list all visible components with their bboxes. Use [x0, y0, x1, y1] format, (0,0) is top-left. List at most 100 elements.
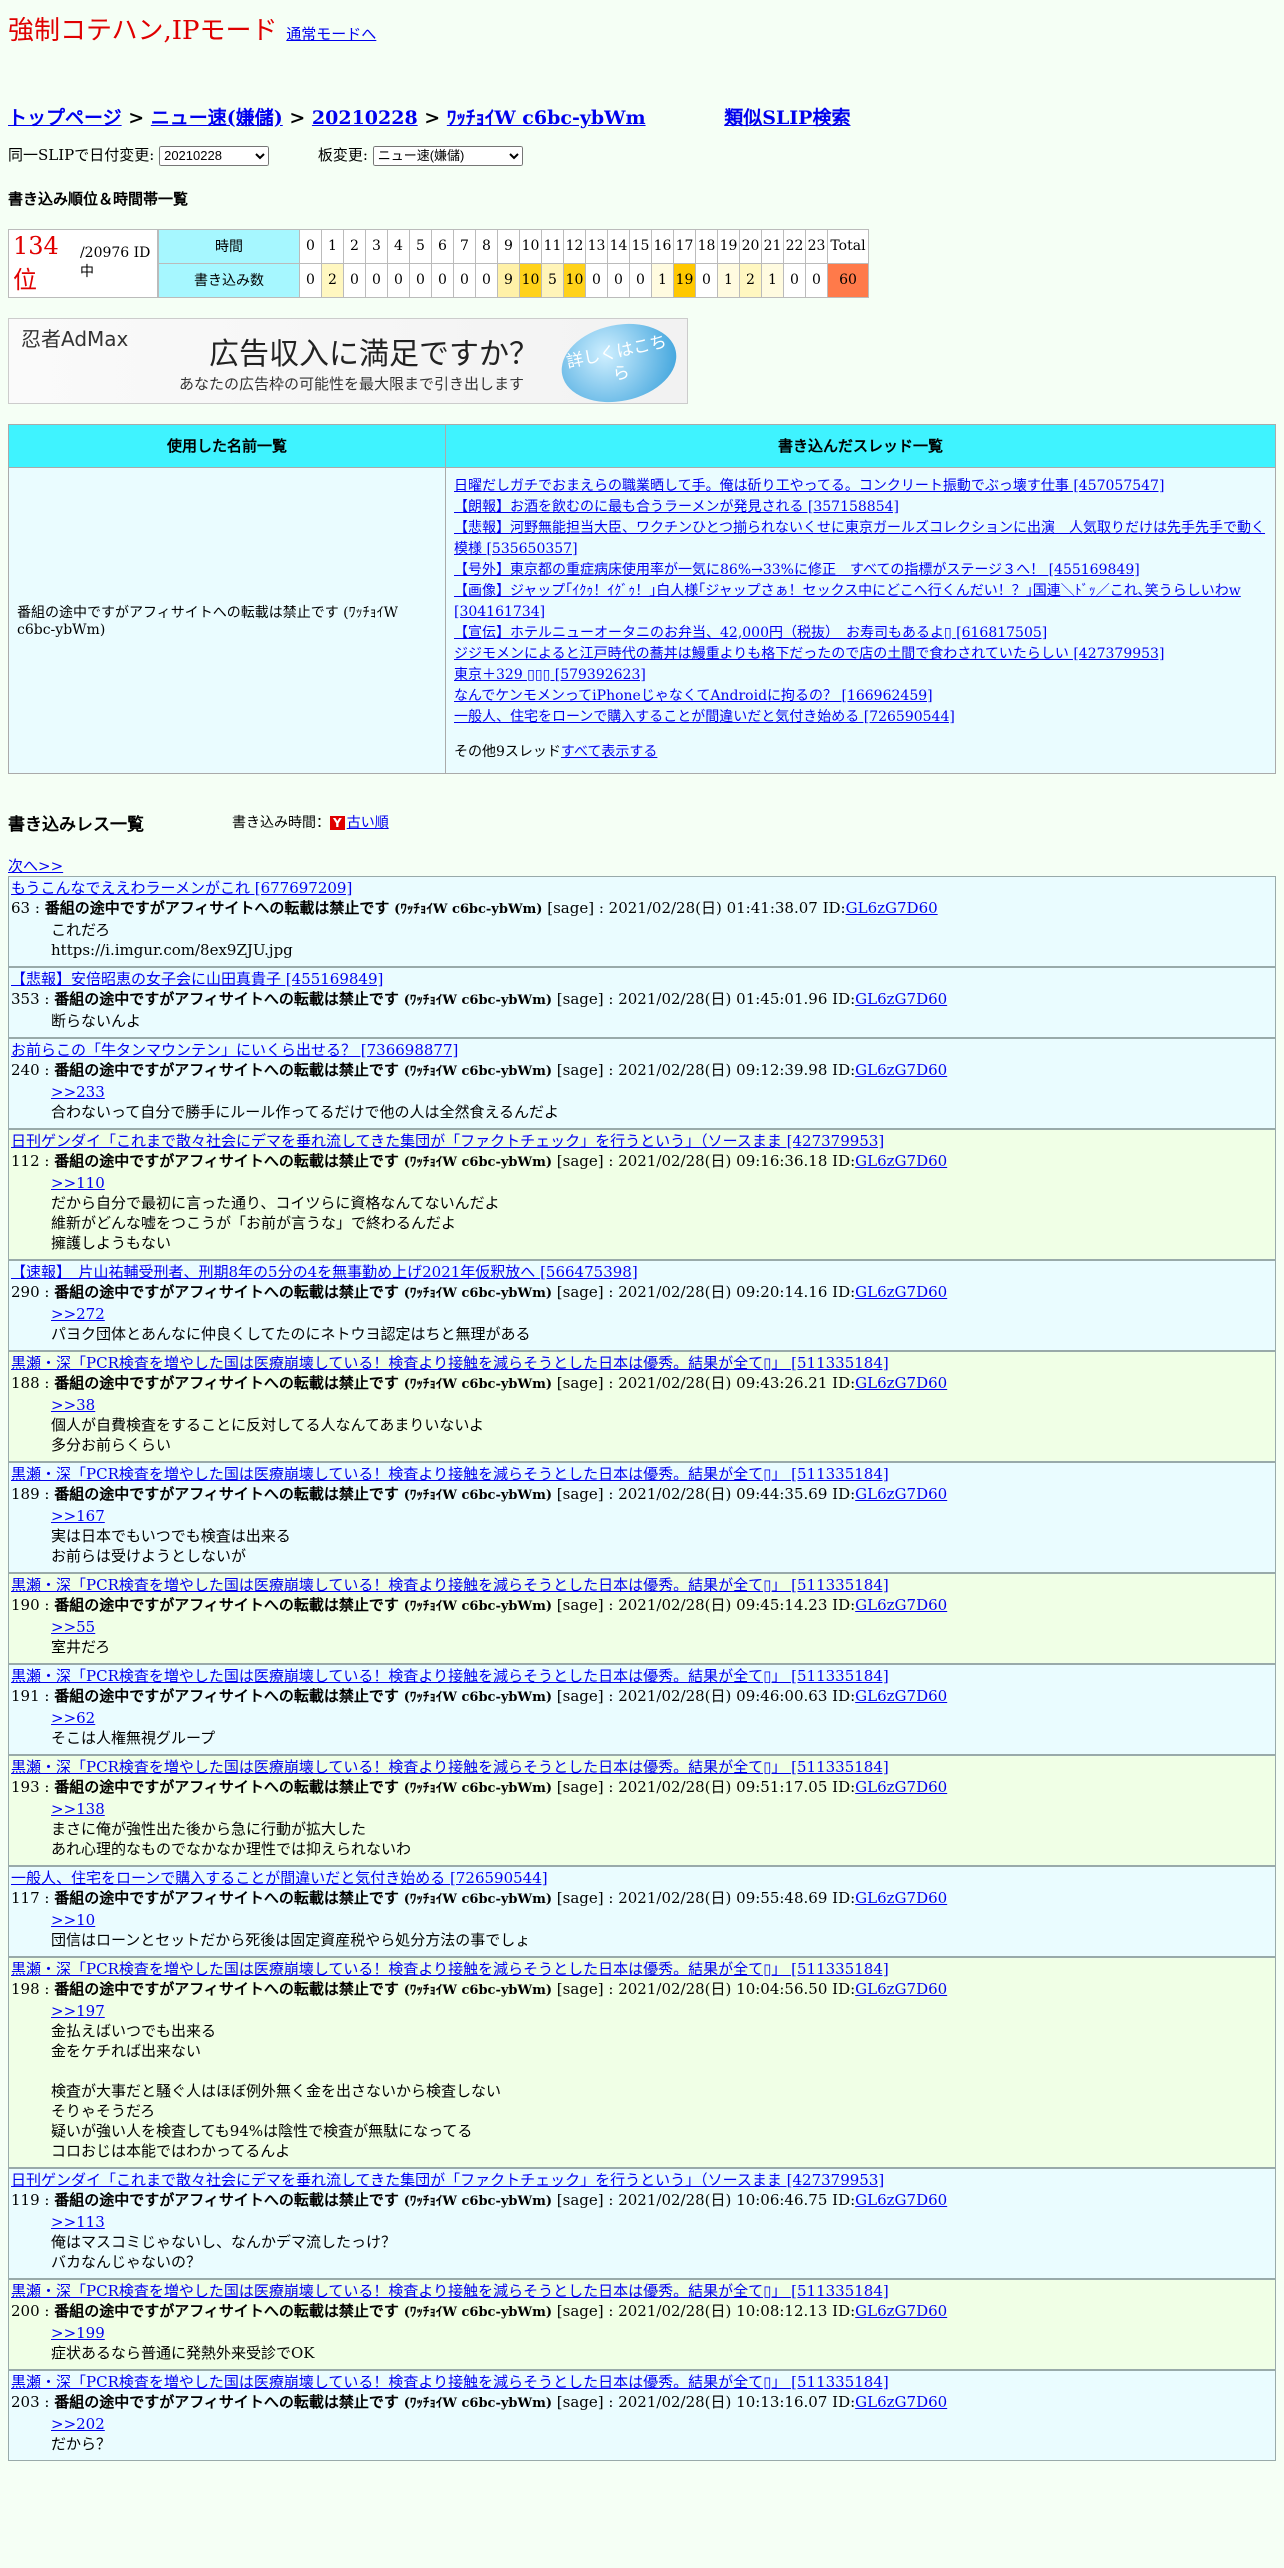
post-name: 番組の途中ですがアフィサイトへの転載は禁止です: [54, 1282, 399, 1301]
post-anchor-link[interactable]: >>197: [51, 2001, 1273, 2021]
post-id-link[interactable]: GL6zG7D60: [855, 1778, 947, 1796]
oldest-first-link[interactable]: 古い順: [347, 815, 389, 831]
post-id-label: ID:: [832, 989, 856, 1008]
post-id-label: ID:: [832, 2392, 856, 2411]
post-anchor-link[interactable]: >>10: [51, 1910, 1273, 1930]
post-name: 番組の途中ですがアフィサイトへの転載は禁止です: [54, 2190, 399, 2209]
thread-link[interactable]: 日曜だしガチでおまえらの職業晒して手。俺は斫り工やってる。コンクリート振動でぶっ…: [454, 476, 1267, 497]
post-anchor-link[interactable]: >>38: [51, 1395, 1273, 1415]
post-sep: :: [39, 2190, 55, 2209]
post-id-link[interactable]: GL6zG7D60: [855, 2393, 947, 2411]
thread-link[interactable]: 【宣伝】ホテルニューオータニのお弁当、42,000円（税抜） お寿司もあるよ▯ …: [454, 623, 1267, 644]
post-id-link[interactable]: GL6zG7D60: [855, 1889, 947, 1907]
post-id-link[interactable]: GL6zG7D60: [855, 1152, 947, 1170]
post-sage: [sage]: [547, 898, 595, 917]
ad-details-button[interactable]: 詳しくはこちら: [554, 313, 684, 412]
thread-link[interactable]: 【悲報】河野無能担当大臣、ワクチンひとつ揃られないくせに東京ガールズコレクション…: [454, 518, 1267, 560]
thread-link[interactable]: ジジモメンによると江戸時代の蕎丼は鰻重よりも格下だったので店の土間で食わされてい…: [454, 644, 1267, 665]
post-anchor-link[interactable]: >>62: [51, 1708, 1273, 1728]
rank-heading: 書き込み順位＆時間帯一覧: [8, 189, 189, 208]
post-anchor-link[interactable]: >>233: [51, 1082, 1273, 1102]
post-id-link[interactable]: GL6zG7D60: [855, 1687, 947, 1705]
post-id-link[interactable]: GL6zG7D60: [855, 1596, 947, 1614]
post-id-link[interactable]: GL6zG7D60: [855, 1374, 947, 1392]
post-thread-link[interactable]: 【悲報】安倍昭恵の女子会に山田真貴子 [455169849]: [11, 969, 1273, 989]
breadcrumb-board[interactable]: ニュー速(嫌儲): [151, 107, 283, 129]
post-thread-link[interactable]: 黒瀬・深「PCR検査を増やした国は医療崩壊している！検査より接触を減らそうとした…: [11, 2281, 1273, 2301]
post-thread-link[interactable]: 日刊ゲンダイ「これまで散々社会にデマを垂れ流してきた集団が「ファクトチェック」を…: [11, 1131, 1273, 1151]
post-anchor-link[interactable]: >>113: [51, 2212, 1273, 2232]
post-number: 112: [11, 1151, 40, 1170]
thread-link[interactable]: 東京＋329 ▯▯▯ [579392623]: [454, 665, 1267, 686]
thread-link[interactable]: 一般人、住宅をローンで購入することが間違いだと気付き始める [726590544…: [454, 707, 1267, 728]
post-id-link[interactable]: GL6zG7D60: [855, 1485, 947, 1503]
post-id-label: ID:: [832, 1888, 856, 1907]
page-title: 強制コテハン,IPモード: [8, 16, 278, 46]
post-body: >>55 室井だろ: [51, 1617, 1273, 1657]
breadcrumb: トップページ > ニュー速(嫌儲) > 20210228 > ﾜｯﾁｮｲW c6…: [8, 103, 1276, 130]
breadcrumb-current[interactable]: ﾜｯﾁｮｲW c6bc-ybWm: [447, 107, 646, 129]
res-heading: 書き込みレス一覧: [8, 814, 144, 835]
post-anchor-link[interactable]: >>167: [51, 1506, 1273, 1526]
post-id-link[interactable]: GL6zG7D60: [855, 1061, 947, 1079]
post-thread-link[interactable]: 黒瀬・深「PCR検査を増やした国は医療崩壊している！検査より接触を減らそうとした…: [11, 2372, 1273, 2392]
post-id-link[interactable]: GL6zG7D60: [846, 899, 938, 917]
post-id-label: ID:: [832, 1595, 856, 1614]
hour-cell: 21: [761, 228, 784, 264]
breadcrumb-top[interactable]: トップページ: [8, 107, 122, 129]
post-id-link[interactable]: GL6zG7D60: [855, 1283, 947, 1301]
count-cell: 0: [365, 262, 388, 298]
post-time: 2021/02/28(日) 09:55:48.69: [618, 1888, 828, 1907]
post-thread-link[interactable]: 黒瀬・深「PCR検査を増やした国は医療崩壊している！検査より接触を減らそうとした…: [11, 1464, 1273, 1484]
thread-link[interactable]: 【画像】ジャップ｢ｲｸｩ！ｲｸﾞｩ！｣白人様｢ジャップさぁ！セックス中にどこへ行…: [454, 581, 1267, 623]
post-thread-link[interactable]: 黒瀬・深「PCR検査を増やした国は医療崩壊している！検査より接触を減らそうとした…: [11, 1666, 1273, 1686]
post-thread-link[interactable]: もうこんなでええわラーメンがこれ [677697209]: [11, 878, 1273, 898]
similar-slip-search-link[interactable]: 類似SLIP検索: [724, 107, 850, 129]
post-thread-link[interactable]: 黒瀬・深「PCR検査を増やした国は医療崩壊している！検査より接触を減らそうとした…: [11, 1959, 1273, 1979]
post-thread-link[interactable]: 【速報】 片山祐輔受刑者、刑期8年の5分の4を無事勤め上げ2021年仮釈放へ […: [11, 1262, 1273, 1282]
date-select[interactable]: 20210228: [159, 145, 270, 166]
post-text: 断らないんよ: [51, 1011, 142, 1030]
hour-cell: 11: [541, 228, 564, 264]
thread-link[interactable]: 【朗報】お酒を飲むのに最も合うラーメンが発見される [357158854]: [454, 497, 1267, 518]
show-all-link[interactable]: すべて表示する: [561, 744, 657, 760]
breadcrumb-date[interactable]: 20210228: [312, 107, 418, 129]
next-page-link[interactable]: 次へ>>: [8, 857, 63, 875]
post-id-link[interactable]: GL6zG7D60: [855, 1980, 947, 1998]
thread-link[interactable]: なんでケンモメンってiPhoneじゃなくてAndroidに拘るの？ [16696…: [454, 686, 1267, 707]
count-cell: 19: [673, 262, 696, 298]
post-sage: [sage]: [556, 2301, 604, 2320]
post-thread-link[interactable]: 一般人、住宅をローンで購入することが間違いだと気付き始める [726590544…: [11, 1868, 1273, 1888]
board-select[interactable]: ニュー速(嫌儲): [372, 145, 523, 166]
post-number: 119: [11, 2190, 40, 2209]
post-anchor-link[interactable]: >>138: [51, 1799, 1273, 1819]
post-id-link[interactable]: GL6zG7D60: [855, 2302, 947, 2320]
post-thread-link[interactable]: 日刊ゲンダイ「これまで散々社会にデマを垂れ流してきた集団が「ファクトチェック」を…: [11, 2170, 1273, 2190]
hour-cell: 1: [321, 228, 344, 264]
ad-banner[interactable]: 忍者AdMax 広告収入に満足ですか？ あなたの広告枠の可能性を最大限まで引き出…: [8, 313, 688, 412]
hour-cell: 18: [695, 228, 718, 264]
post-thread-link[interactable]: お前らこの「牛タンマウンテン」にいくら出せる？ [736698877]: [11, 1040, 1273, 1060]
thread-link[interactable]: 【号外】東京都の重症病床使用率が一気に86%→33%に修正 すべての指標がステー…: [454, 560, 1267, 581]
post-thread-link[interactable]: 黒瀬・深「PCR検査を増やした国は医療崩壊している！検査より接触を減らそうとした…: [11, 1757, 1273, 1777]
post-id-label: ID:: [832, 1777, 856, 1796]
post-anchor-link[interactable]: >>202: [51, 2414, 1273, 2434]
post: お前らこの「牛タンマウンテン」にいくら出せる？ [736698877] 240 :…: [8, 1037, 1276, 1129]
post-text: だから自分で最初に言った通り、コイツらに資格なんてないんだよ 維新がどんな嘘をつ…: [51, 1193, 500, 1252]
post-body: >>167 実は日本でもいつでも検査は出来る お前らは受けようとしないが: [51, 1506, 1273, 1566]
post: 黒瀬・深「PCR検査を増やした国は医療崩壊している！検査より接触を減らそうとした…: [8, 1754, 1276, 1866]
post-id-link[interactable]: GL6zG7D60: [855, 2191, 947, 2209]
post-id-link[interactable]: GL6zG7D60: [855, 990, 947, 1008]
post-sep: :: [603, 1888, 619, 1907]
post-anchor-link[interactable]: >>199: [51, 2323, 1273, 2343]
normal-mode-link[interactable]: 通常モードへ: [286, 25, 376, 43]
post-thread-link[interactable]: 黒瀬・深「PCR検査を増やした国は医療崩壊している！検査より接触を減らそうとした…: [11, 1353, 1273, 1373]
count-cell: 0: [431, 262, 454, 298]
post-anchor-link[interactable]: >>55: [51, 1617, 1273, 1637]
post-anchor-link[interactable]: >>110: [51, 1173, 1273, 1193]
post-name: 番組の途中ですがアフィサイトへの転載は禁止です: [54, 2392, 399, 2411]
post-anchor-link[interactable]: >>272: [51, 1304, 1273, 1324]
post-body: >>38 個人が自費検査をすることに反対してる人なんてあまりいないよ 多分お前らく…: [51, 1395, 1273, 1455]
post-sage: [sage]: [556, 1282, 604, 1301]
post-thread-link[interactable]: 黒瀬・深「PCR検査を増やした国は医療崩壊している！検査より接触を減らそうとした…: [11, 1575, 1273, 1595]
